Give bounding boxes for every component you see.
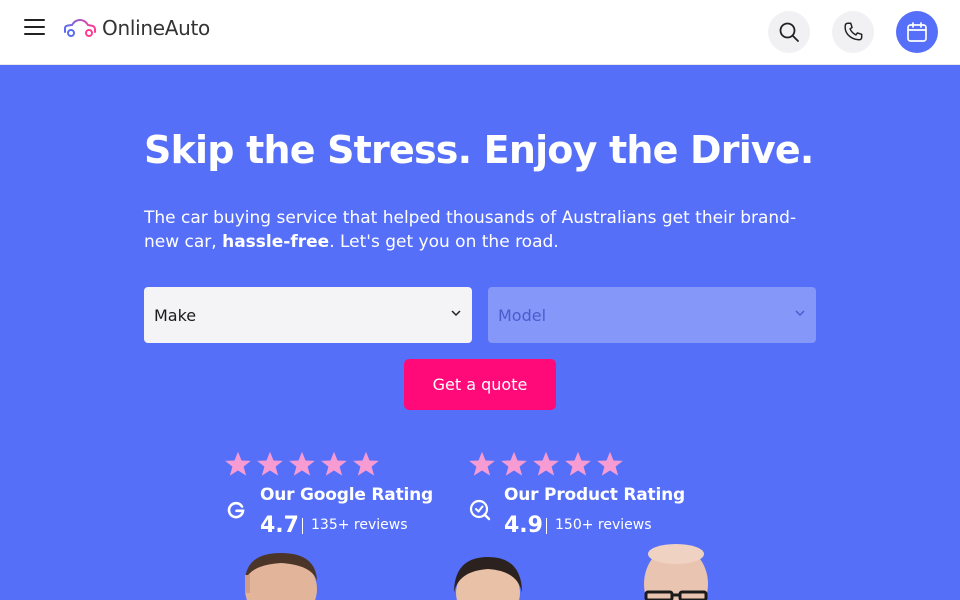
star-icon: [501, 451, 527, 476]
search-button[interactable]: [768, 11, 810, 53]
star-rating: [468, 450, 624, 478]
hero-subtitle: The car buying service that helped thous…: [144, 206, 804, 254]
rating-title: Our Google Rating: [260, 485, 433, 505]
rating-title: Our Product Rating: [504, 485, 685, 505]
chevron-down-icon: [795, 310, 805, 317]
site-header: OnlineAuto: [0, 0, 960, 65]
star-icon: [597, 451, 623, 476]
star-icon: [289, 451, 315, 476]
hamburger-icon[interactable]: [22, 16, 48, 38]
car-logo-icon: [64, 18, 96, 37]
star-icon: [225, 451, 251, 476]
model-select-value: Model: [498, 305, 547, 325]
rating-divider: [302, 518, 303, 534]
hero-subtitle-bold: hassle-free: [222, 232, 330, 252]
phone-button[interactable]: [832, 11, 874, 53]
make-select[interactable]: Make: [144, 287, 472, 343]
star-icon: [469, 451, 495, 476]
google-rating: Our Google Rating 4.7 135+ reviews: [224, 450, 433, 538]
rating-reviews: 135+ reviews: [311, 517, 408, 533]
calendar-button[interactable]: [896, 11, 938, 53]
team-member-photo: [454, 557, 522, 600]
team-member-photo: [644, 544, 708, 600]
make-select-value: Make: [154, 305, 197, 325]
star-icon: [257, 451, 283, 476]
logo[interactable]: OnlineAuto: [62, 13, 210, 43]
star-icon: [321, 451, 347, 476]
calendar-icon: [907, 22, 927, 42]
star-icon: [565, 451, 591, 476]
chevron-down-icon: [451, 310, 461, 317]
team-member-photo: [245, 553, 317, 600]
model-select[interactable]: Model: [488, 287, 816, 343]
rating-divider: [546, 518, 547, 534]
rating-reviews: 150+ reviews: [555, 517, 652, 533]
hero-title: Skip the Stress. Enjoy the Drive.: [144, 128, 814, 172]
product-rating: Our Product Rating 4.9 150+ reviews: [468, 450, 685, 538]
get-quote-button[interactable]: Get a quote: [404, 359, 556, 410]
star-icon: [533, 451, 559, 476]
star-icon: [353, 451, 379, 476]
phone-icon: [844, 22, 863, 41]
star-rating: [224, 450, 380, 478]
search-icon: [779, 22, 799, 42]
rating-score: 4.9: [504, 513, 543, 538]
product-review-icon: [469, 499, 491, 521]
logo-text: OnlineAuto: [102, 16, 210, 40]
hero-subtitle-end: . Let's get you on the road.: [329, 232, 559, 252]
rating-score: 4.7: [260, 513, 299, 538]
google-icon: [227, 501, 245, 519]
